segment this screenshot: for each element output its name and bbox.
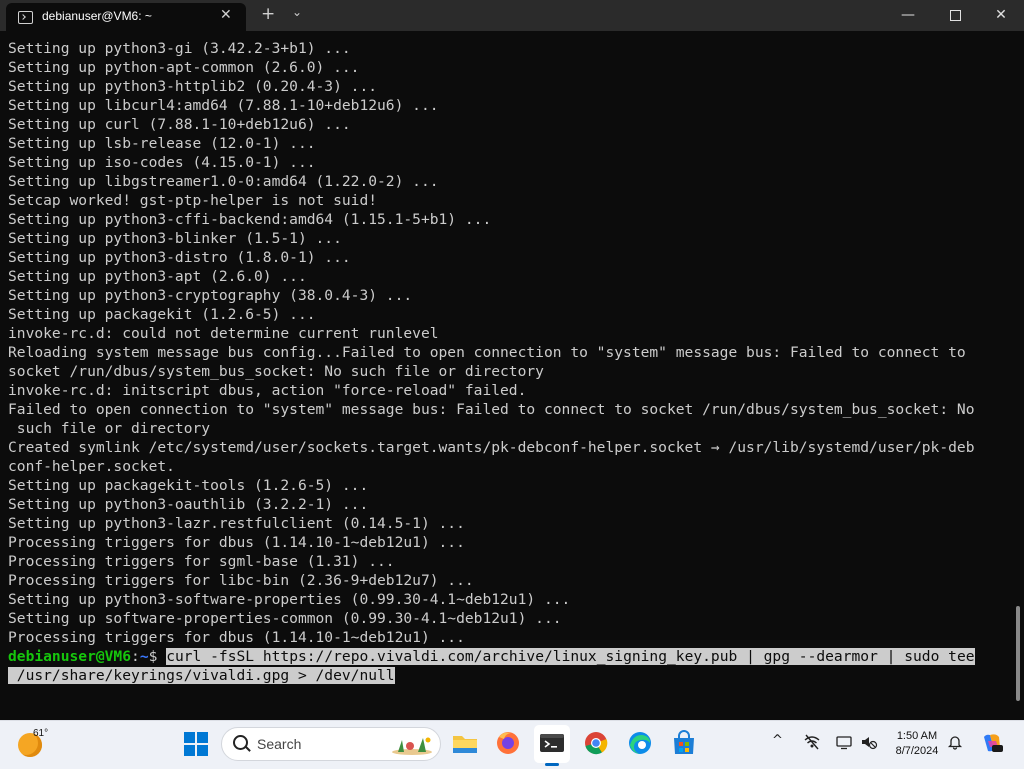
terminal-line: Processing triggers for dbus (1.14.10-1~… [8, 534, 465, 551]
minimize-button[interactable]: — [885, 0, 931, 31]
clock-time: 1:50 AM [896, 730, 938, 742]
terminal-line: invoke-rc.d: could not determine current… [8, 325, 439, 342]
scrollbar[interactable] [1016, 606, 1020, 701]
terminal-tab[interactable]: debianuser@VM6: ~ ✕ [6, 3, 246, 31]
terminal-output[interactable]: Setting up python3-gi (3.42.2-3+b1) ... S… [0, 31, 1024, 720]
terminal-icon [18, 11, 33, 24]
terminal-line: Setting up python3-gi (3.42.2-3+b1) ... [8, 40, 351, 57]
start-button[interactable] [184, 732, 208, 756]
taskbar-search[interactable]: Search [221, 727, 441, 761]
microsoft-store-button[interactable] [669, 728, 699, 758]
network-icon[interactable] [803, 733, 821, 751]
chrome-button[interactable] [581, 728, 611, 758]
restore-icon [949, 9, 961, 21]
terminal-line: Setting up python3-cffi-backend:amd64 (1… [8, 211, 492, 228]
terminal-line: Setting up python3-apt (2.6.0) ... [8, 268, 307, 285]
clock-date: 8/7/2024 [895, 745, 939, 757]
search-label: Search [257, 736, 302, 752]
copilot-icon[interactable] [980, 731, 1004, 755]
terminal-line: conf-helper.socket. [8, 458, 175, 475]
selected-command-continuation[interactable]: /usr/share/keyrings/vivaldi.gpg > /dev/n… [8, 667, 395, 684]
edge-button[interactable] [625, 728, 655, 758]
tab-close-button[interactable]: ✕ [220, 7, 232, 23]
weather-temperature: 61° [33, 728, 49, 739]
prompt-symbol: $ [148, 648, 167, 665]
prompt-line: debianuser@VM6:~$ curl -fsSL https://rep… [8, 647, 975, 666]
terminal-line: Setting up python3-oauthlib (3.2.2-1) ..… [8, 496, 369, 513]
prompt-separator: : [131, 648, 140, 665]
prompt-path: ~ [139, 648, 149, 665]
terminal-line: Setting up libcurl4:amd64 (7.88.1-10+deb… [8, 97, 439, 114]
prompt-user: debianuser@VM6 [8, 648, 132, 665]
windows-logo-tile [197, 732, 208, 743]
chevron-up-icon[interactable]: ^ [772, 733, 783, 748]
terminal-line: invoke-rc.d: initscript dbus, action "fo… [8, 382, 527, 399]
firefox-button[interactable] [493, 728, 523, 758]
volume-icon[interactable] [860, 733, 878, 751]
windows-logo-tile [184, 732, 195, 743]
file-explorer-icon [453, 736, 477, 753]
minimize-icon: — [901, 7, 915, 23]
close-button[interactable]: ✕ [978, 0, 1024, 31]
terminal-button[interactable] [537, 728, 567, 758]
terminal-line: Failed to open connection to "system" me… [8, 401, 975, 418]
terminal-line: Setcap worked! gst-ptp-helper is not sui… [8, 192, 378, 209]
tab-dropdown-button[interactable]: ⌄ [292, 5, 302, 19]
terminal-line: Setting up python3-cryptography (38.0.4-… [8, 287, 413, 304]
terminal-line: Processing triggers for dbus (1.14.10-1~… [8, 629, 465, 646]
terminal-line: Processing triggers for sgml-base (1.31)… [8, 553, 395, 570]
terminal-line: Setting up lsb-release (12.0-1) ... [8, 135, 316, 152]
firefox-icon [497, 732, 519, 754]
display-icon[interactable] [835, 733, 853, 751]
terminal-line: Setting up python-apt-common (2.6.0) ... [8, 59, 360, 76]
terminal-line: Setting up libgstreamer1.0-0:amd64 (1.22… [8, 173, 439, 190]
terminal-line: Setting up packagekit-tools (1.2.6-5) ..… [8, 477, 369, 494]
terminal-line: Setting up python3-blinker (1.5-1) ... [8, 230, 342, 247]
tab-title: debianuser@VM6: ~ [42, 9, 152, 23]
windows-logo-tile [197, 745, 208, 756]
edge-icon [629, 732, 651, 754]
search-highlight-icon [392, 737, 432, 755]
output-lines: Setting up python3-gi (3.42.2-3+b1) ... S… [8, 39, 975, 647]
terminal-line: Setting up packagekit (1.2.6-5) ... [8, 306, 316, 323]
terminal-line: Created symlink /etc/systemd/user/socket… [8, 439, 975, 456]
file-explorer-button[interactable] [450, 728, 480, 758]
terminal-line: Processing triggers for libc-bin (2.36-9… [8, 572, 474, 589]
maximize-button[interactable] [932, 0, 978, 31]
selected-command[interactable]: curl -fsSL https://repo.vivaldi.com/arch… [166, 648, 975, 665]
terminal-lines: Setting up python3-gi (3.42.2-3+b1) ... S… [8, 39, 975, 685]
terminal-line: Setting up iso-codes (4.15.0-1) ... [8, 154, 316, 171]
terminal-line: Setting up python3-software-properties (… [8, 591, 571, 608]
terminal-line: Setting up software-properties-common (0… [8, 610, 562, 627]
microsoft-store-icon [674, 730, 694, 754]
terminal-line: socket /run/dbus/system_bus_socket: No s… [8, 363, 544, 380]
terminal-line: Reloading system message bus config...Fa… [8, 344, 966, 361]
system-clock[interactable]: 1:50 AM 8/7/2024 [884, 729, 950, 759]
terminal-line: Setting up python3-distro (1.8.0-1) ... [8, 249, 351, 266]
title-bar: debianuser@VM6: ~ ✕ + ⌄ — ✕ [0, 0, 1024, 31]
chrome-icon [585, 732, 608, 755]
notification-bell-icon[interactable] [947, 734, 963, 750]
search-icon [233, 735, 248, 750]
terminal-line: such file or directory [8, 420, 211, 437]
active-indicator [545, 763, 559, 766]
terminal-line: Setting up curl (7.88.1-10+deb12u6) ... [8, 116, 351, 133]
command-continuation: /usr/share/keyrings/vivaldi.gpg > /dev/n… [8, 666, 975, 685]
close-icon: ✕ [995, 7, 1007, 23]
terminal-line: Setting up python3-lazr.restfulclient (0… [8, 515, 465, 532]
windows-logo-tile [184, 745, 195, 756]
new-tab-button[interactable]: + [261, 4, 275, 24]
terminal-line: Setting up python3-httplib2 (0.20.4-3) .… [8, 78, 378, 95]
terminal-icon [540, 734, 564, 752]
